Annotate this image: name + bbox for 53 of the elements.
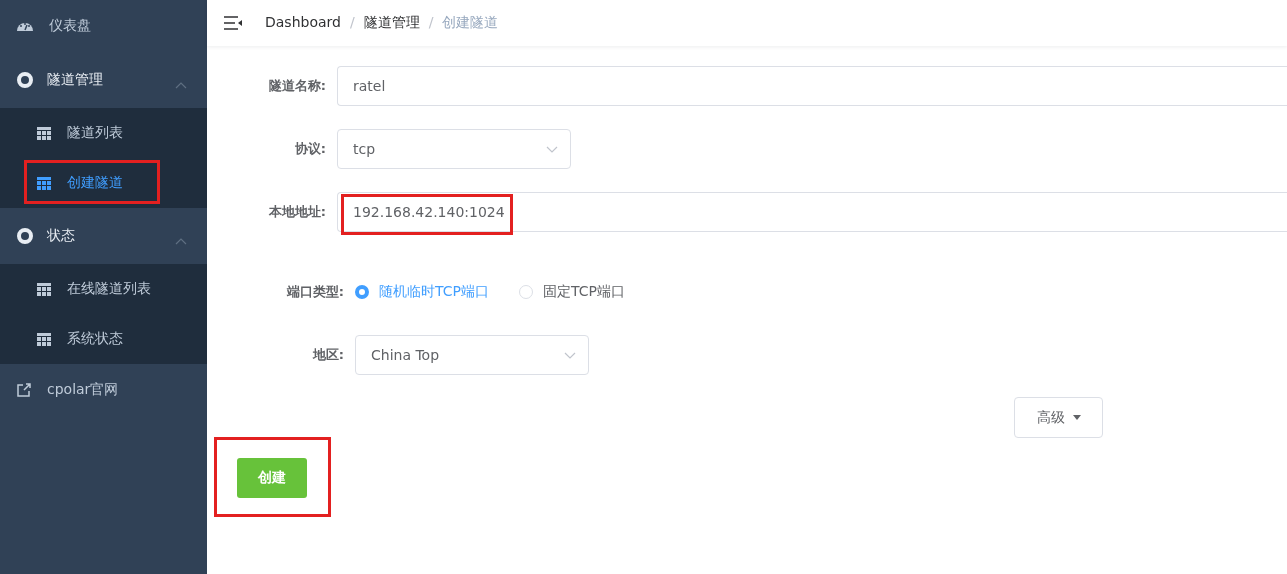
sidebar-group[interactable]: 状态 (0, 208, 207, 264)
menu-label: 系统状态 (67, 330, 123, 348)
lifebuoy-icon (17, 72, 33, 88)
chevron-icon (175, 82, 187, 89)
breadcrumb[interactable]: 隧道管理 (363, 14, 420, 32)
sidebar-item[interactable]: 在线隧道列表 (0, 264, 207, 314)
grid-icon (37, 176, 51, 190)
sidebar-item[interactable]: 隧道列表 (0, 108, 207, 158)
menu-label: 仪表盘 (49, 17, 91, 35)
chevron-icon (546, 145, 558, 153)
breadcrumb: 创建隧道 (442, 14, 499, 32)
breadcrumb[interactable]: Dashboard (265, 14, 341, 32)
advanced-button[interactable]: 高级 (1014, 397, 1103, 438)
select-value: tcp (353, 141, 376, 157)
select-field[interactable]: tcp (337, 129, 571, 169)
menu-label: 状态 (47, 227, 75, 245)
field-label: 协议: (293, 140, 327, 158)
sidebar-item[interactable]: 创建隧道 (0, 158, 207, 208)
select-field[interactable]: China Top (355, 335, 589, 375)
menu-label: 在线隧道列表 (67, 280, 151, 298)
menu-label: 创建隧道 (67, 174, 123, 192)
lifebuoy-icon (17, 228, 33, 244)
field-label: 隧道名称: (267, 77, 327, 95)
field-label: 端口类型: (285, 283, 345, 301)
select-value: China Top (371, 347, 440, 363)
radio-label: 随机临时TCP端口 (379, 283, 489, 301)
grid-icon (37, 126, 51, 140)
grid-icon (37, 332, 51, 346)
menu-icon[interactable] (224, 16, 242, 30)
field-label: 本地地址: (267, 203, 327, 221)
breadcrumb-separator: / (428, 14, 434, 32)
menu-label: 隧道管理 (47, 71, 103, 89)
radio-option[interactable]: 固定TCP端口 (518, 283, 625, 301)
radio-icon (355, 285, 369, 299)
menu-label: 隧道列表 (67, 124, 123, 142)
chevron-icon (175, 238, 187, 245)
sidebar-item[interactable]: cpolar官网 (0, 364, 207, 416)
chevron-icon (564, 351, 576, 359)
external-link-icon (17, 383, 31, 397)
input-field[interactable]: ratel (337, 66, 1287, 106)
input-value: ratel (353, 78, 386, 94)
sidebar-item[interactable]: 系统状态 (0, 314, 207, 364)
radio-label: 固定TCP端口 (542, 283, 625, 301)
input-field[interactable]: 192.168.42.140:1024 (337, 192, 1287, 232)
menu-label: cpolar官网 (47, 381, 119, 399)
gauge-icon (17, 20, 33, 32)
breadcrumb-separator: / (349, 14, 355, 32)
sidebar-group[interactable]: 隧道管理 (0, 52, 207, 108)
sidebar-item[interactable]: 仪表盘 (0, 0, 207, 52)
grid-icon (37, 282, 51, 296)
field-label: 地区: (311, 346, 345, 364)
caret-icon (1072, 415, 1081, 420)
input-value: 192.168.42.140:1024 (353, 204, 505, 220)
